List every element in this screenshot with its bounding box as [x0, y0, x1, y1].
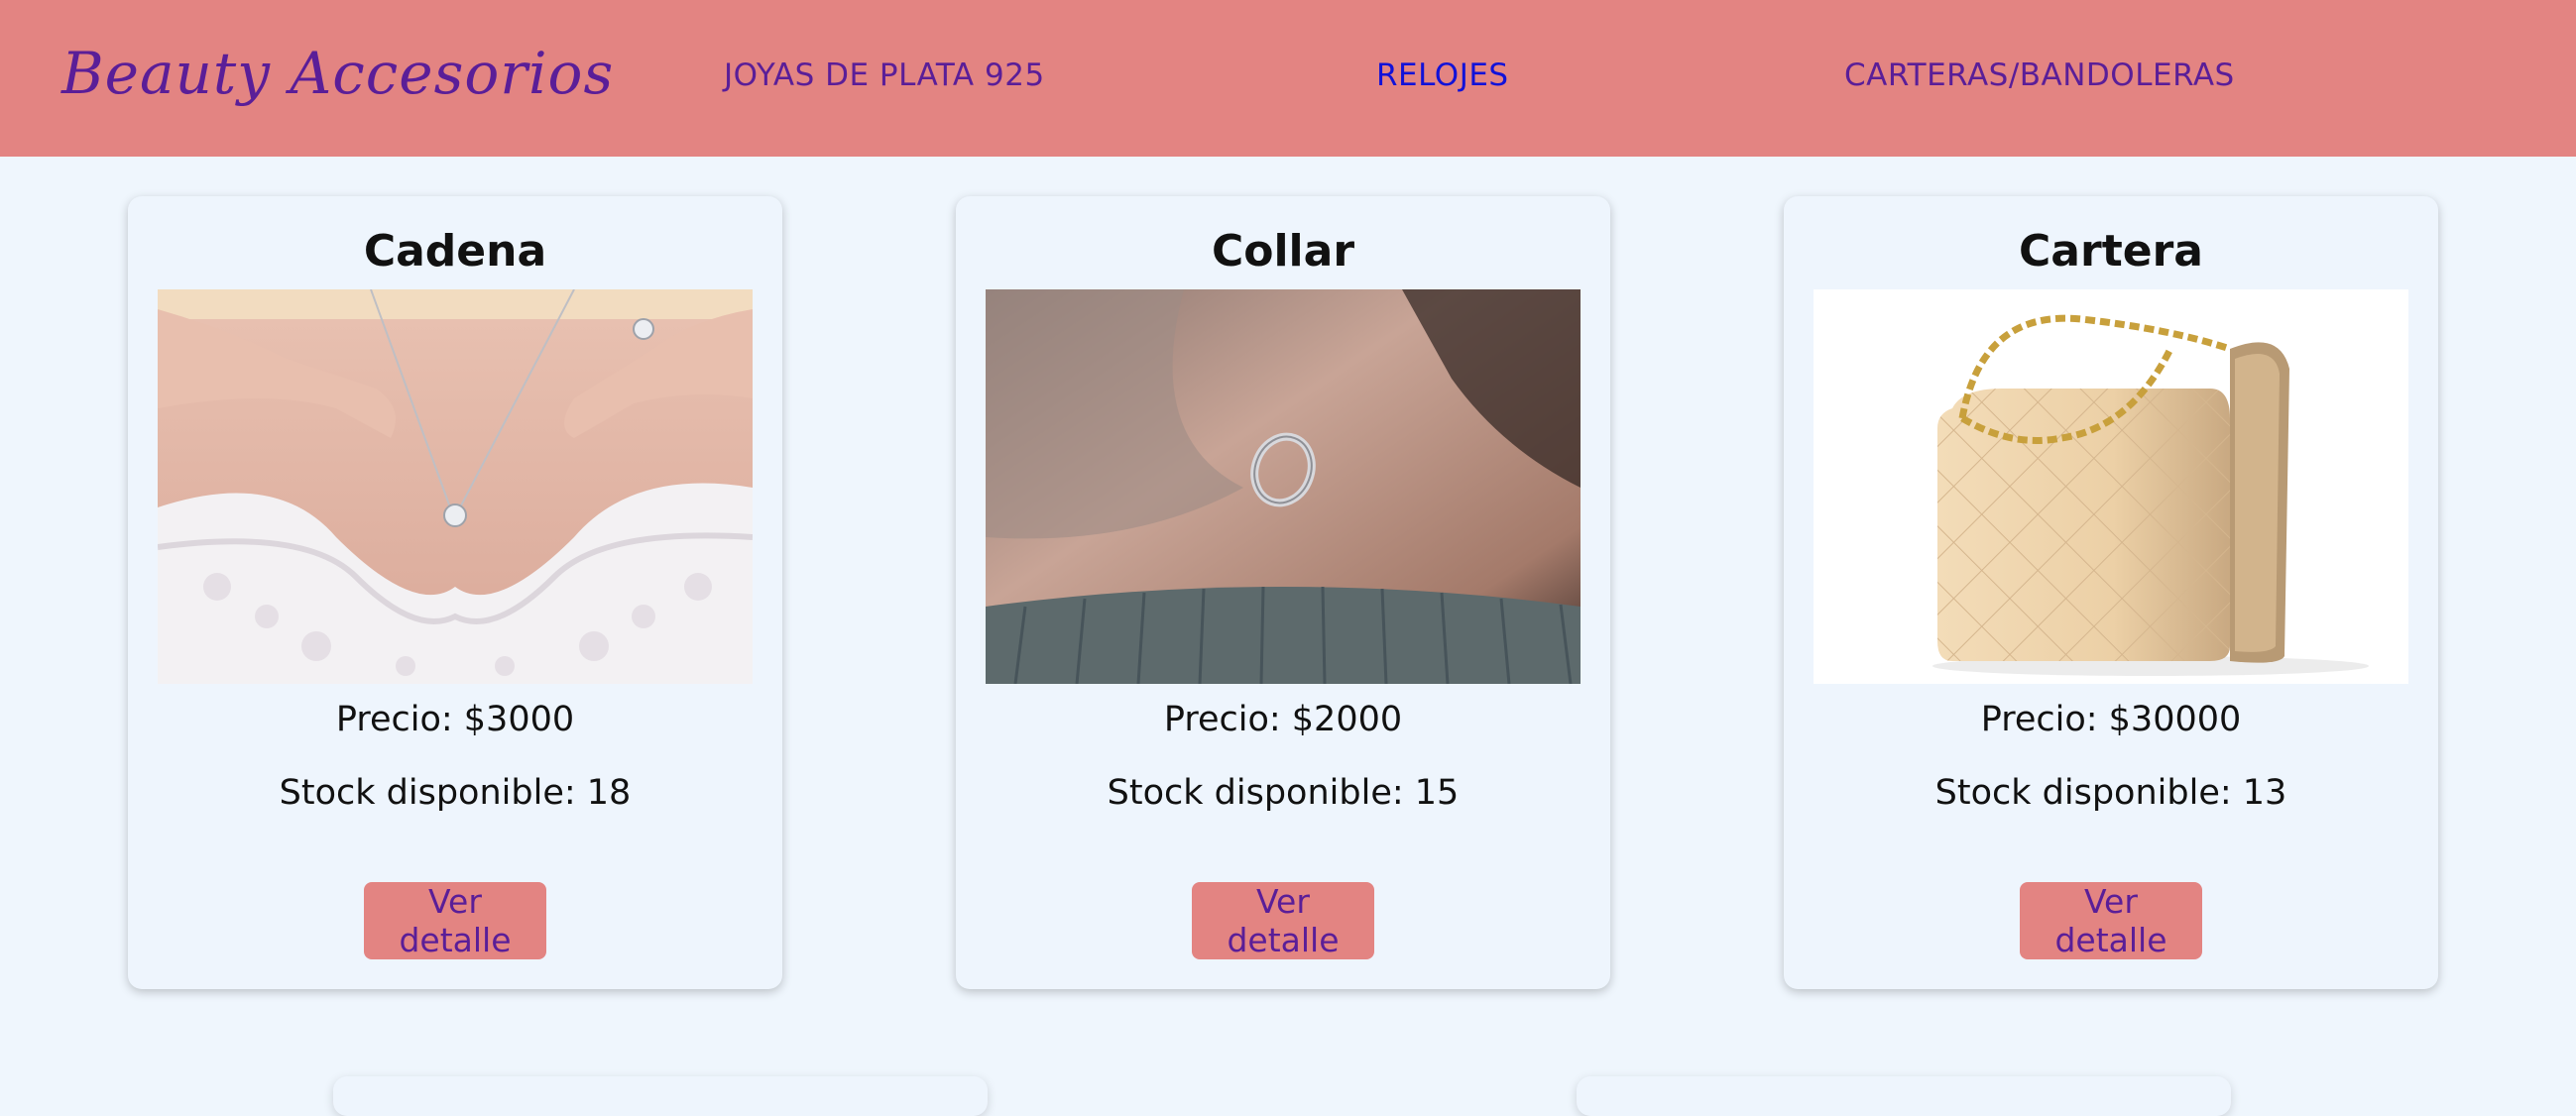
ver-detalle-button[interactable]: Ver detalle: [364, 882, 546, 959]
product-image: [986, 289, 1581, 684]
beige-handbag-photo: [1814, 289, 2408, 684]
product-price: Precio: $3000: [335, 700, 575, 739]
necklace-photo: [158, 289, 753, 684]
product-stock: Stock disponible: 18: [279, 773, 632, 813]
ver-detalle-button[interactable]: Ver detalle: [1192, 882, 1374, 959]
product-image: [1814, 289, 2408, 684]
ver-detalle-button[interactable]: Ver detalle: [2020, 882, 2202, 959]
top-navbar: Beauty Accesorios JOYAS DE PLATA 925 REL…: [0, 0, 2576, 157]
product-card-next-row: [1577, 1076, 2231, 1116]
product-price: Precio: $2000: [1163, 700, 1403, 739]
product-card: Cartera Precio: $30000 Stock disponible:…: [1784, 196, 2438, 989]
product-stock: Stock disponible: 15: [1107, 773, 1460, 813]
nav-link-relojes[interactable]: RELOJES: [1376, 57, 1509, 93]
brand-logo[interactable]: Beauty Accesorios: [61, 40, 614, 107]
ring-pendant-photo: [986, 289, 1581, 684]
product-image: [158, 289, 753, 684]
product-price: Precio: $30000: [1980, 700, 2242, 739]
product-title: Cartera: [2019, 226, 2203, 277]
product-title: Cadena: [363, 226, 547, 277]
nav-link-joyas[interactable]: JOYAS DE PLATA 925: [724, 57, 1045, 93]
product-card: Cadena Precio: $3000 Stock disponible: 1…: [128, 196, 782, 989]
product-stock: Stock disponible: 13: [1934, 773, 2287, 813]
product-title: Collar: [1211, 226, 1355, 277]
nav-link-carteras[interactable]: CARTERAS/BANDOLERAS: [1844, 57, 2235, 93]
product-card-next-row: [333, 1076, 988, 1116]
product-card: Collar Precio: $2000 Stock disponible: 1…: [956, 196, 1610, 989]
